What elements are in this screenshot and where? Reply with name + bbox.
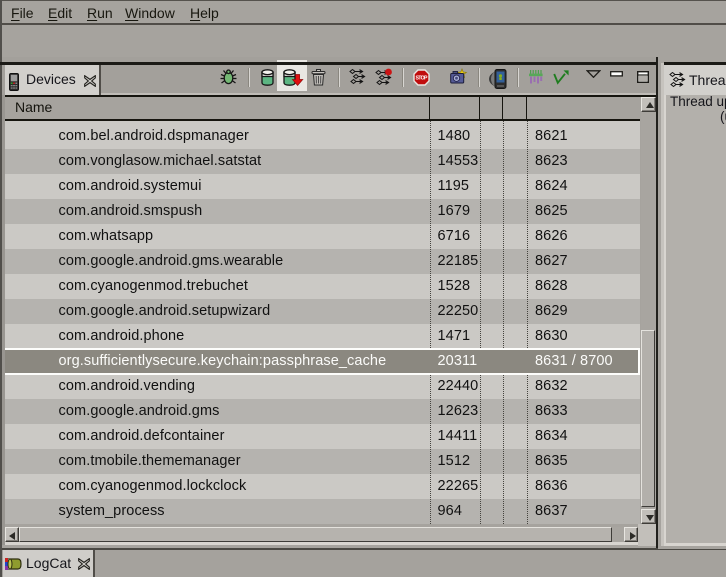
svg-text:STOP: STOP (416, 76, 429, 82)
